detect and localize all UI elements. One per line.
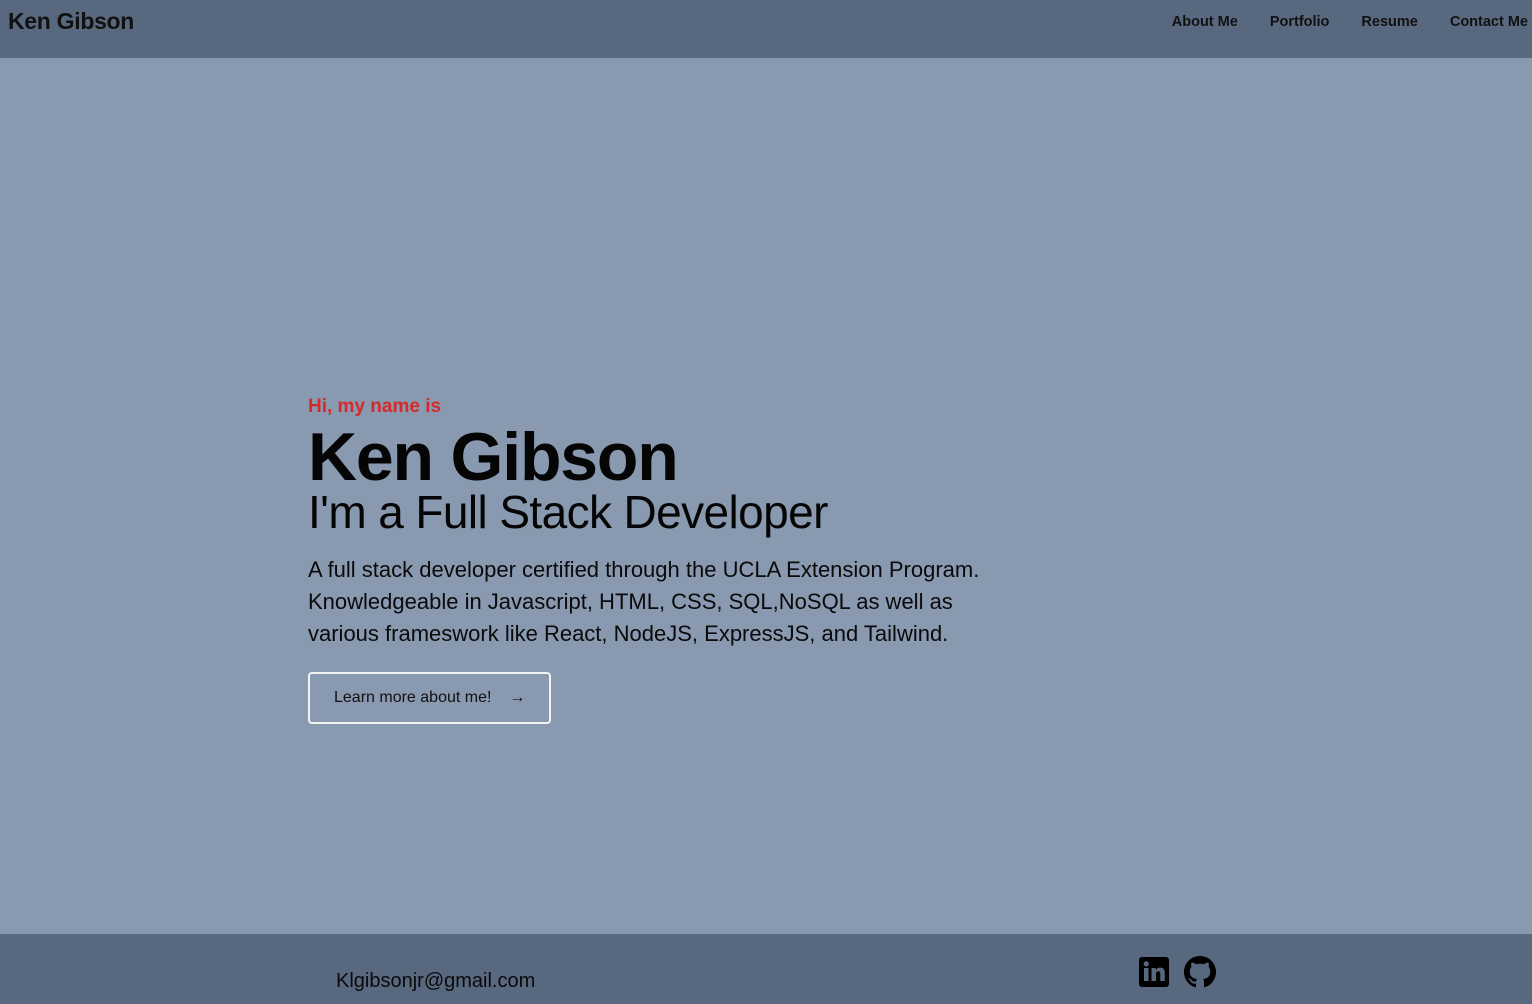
- brand-logo[interactable]: Ken Gibson: [8, 8, 134, 35]
- footer-email-link[interactable]: Klgibsonjr@gmail.com: [336, 970, 535, 993]
- top-navbar: Ken Gibson About Me Portfolio Resume Con…: [0, 0, 1532, 58]
- nav-link-contact[interactable]: Contact Me: [1434, 13, 1528, 31]
- hero-name: Ken Gibson: [308, 419, 679, 495]
- nav-link-portfolio[interactable]: Portfolio: [1254, 13, 1346, 31]
- github-icon[interactable]: [1184, 956, 1216, 988]
- learn-more-button[interactable]: Learn more about me! →: [308, 672, 552, 724]
- arrow-right-icon: →: [509, 689, 526, 706]
- linkedin-icon[interactable]: [1138, 956, 1170, 988]
- hero-greeting: Hi, my name is: [308, 396, 442, 417]
- hero-section: Hi, my name is Ken Gibson I'm a Full Sta…: [308, 394, 1028, 724]
- social-links: [1138, 956, 1216, 988]
- hero-role: I'm a Full Stack Developer: [308, 486, 828, 538]
- nav-links: About Me Portfolio Resume Contact Me: [1156, 13, 1528, 31]
- footer: Klgibsonjr@gmail.com: [0, 934, 1532, 1004]
- learn-more-label: Learn more about me!: [334, 689, 492, 706]
- hero-description: A full stack developer certified through…: [308, 557, 980, 646]
- nav-link-about[interactable]: About Me: [1156, 13, 1254, 31]
- nav-link-resume[interactable]: Resume: [1345, 13, 1433, 31]
